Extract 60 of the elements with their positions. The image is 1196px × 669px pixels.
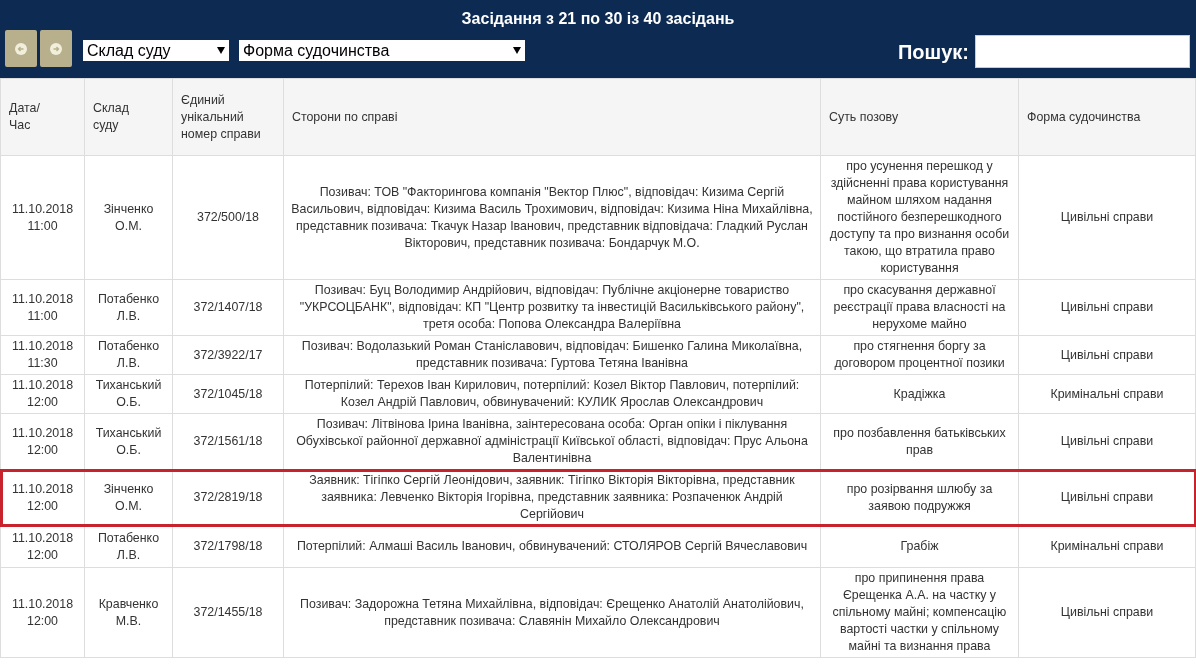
table-cell: 11.10.2018 11:00 [0, 279, 85, 336]
table-cell: Потабенко Л.В. [84, 279, 173, 336]
table-cell: Цивільні справи [1018, 155, 1196, 280]
caret-icon [513, 47, 521, 54]
table-cell: 11.10.2018 12:00 [0, 374, 85, 414]
table-cell: Зінченко О.М. [84, 155, 173, 280]
table-row[interactable] [0, 374, 1196, 414]
table-cell: 372/3922/17 [172, 335, 284, 375]
table-cell: 11.10.2018 12:00 [0, 525, 85, 568]
table-cell: Цивільні справи [1018, 567, 1196, 658]
caret-icon [217, 47, 225, 54]
filter-dropdown[interactable]: Склад суду [83, 40, 229, 61]
table-cell: Цивільні справи [1018, 279, 1196, 336]
table-cell: 11.10.2018 12:00 [0, 413, 85, 470]
table-cell: про скасування державної реєстрації права власності на нерухоме майно [820, 279, 1019, 336]
table-cell: про стягнення боргу за договором процентної позики [820, 335, 1019, 375]
column-header: Форма судочинства [1018, 78, 1196, 156]
table-cell: Потабенко Л.В. [84, 335, 173, 375]
table-cell: Позивач: Водолазький Роман Станіславович, відповідач: Бишенко Галина Миколаївна, представник позивача: Гуртова Тетяна Іванівна [283, 335, 821, 375]
table-cell: Кримінальні справи [1018, 374, 1196, 414]
table-row[interactable] [0, 469, 1196, 526]
table-cell: Позивач: ТОВ "Факторингова компанія "Вектор Плюс", відповідач: Кизима Сергій Васильович, відповідач: Кизима Василь Трохимович, відповідач: Кизима Ніна Михайлівна, представник позивача: Ткачук Назар Іванович, представник відповідача: Гладкий Руслан Вікторович, представник позивача: Бондарчук М.О. [283, 155, 821, 280]
column-header: Сторони по справі [283, 78, 821, 156]
table-cell: Цивільні справи [1018, 335, 1196, 375]
table-cell: 11.10.2018 11:00 [0, 155, 85, 280]
table-cell: Потерпілий: Алмаші Василь Іванович, обвинувачений: СТОЛЯРОВ Сергій Вячеславович [283, 525, 821, 568]
table-cell: Кравченко М.В. [84, 567, 173, 658]
table-cell: Крадіжка [820, 374, 1019, 414]
table-cell: 372/1045/18 [172, 374, 284, 414]
table-cell: Кримінальні справи [1018, 525, 1196, 568]
table-row[interactable] [0, 279, 1196, 336]
table-cell: Потерпілий: Терехов Іван Кирилович, потерпілий: Козел Віктор Павлович, потерпілий: Козел Андрій Павлович, обвинувачений: КУЛИК Ярослав Олександрович [283, 374, 821, 414]
column-header: Єдиний унікальний номер справи [172, 78, 284, 156]
table-cell: 372/1407/18 [172, 279, 284, 336]
table-cell: 372/1455/18 [172, 567, 284, 658]
table-row[interactable] [0, 335, 1196, 375]
table-cell: Тиханський О.Б. [84, 374, 173, 414]
table-cell: 11.10.2018 11:30 [0, 335, 85, 375]
table-row[interactable] [0, 155, 1196, 280]
search-label: Пошук: [897, 39, 969, 65]
table-cell: Грабіж [820, 525, 1019, 568]
table-cell: Позивач: Задорожна Тетяна Михайлівна, відповідач: Єрещенко Анатолій Анатолійович, представник позивача: Славянін Михайло Олександрович [283, 567, 821, 658]
table-row[interactable]: 11.10.2018 12:00 Потабенко Л.В. 372/1798/18 Потерпілий: Алмаші Василь Іванович, обвинувачений: СТОЛЯРОВ Сергій Вячеславович Грабіж Кримінальні справи [0, 525, 1196, 568]
column-header: Склад суду [84, 78, 173, 156]
column-header: Дата/ Час [0, 78, 85, 156]
table-cell: Потабенко Л.В. [84, 525, 173, 568]
table-cell: про усунення перешкод у здійсненні права користування майном шляхом надання постійного безперешкодного доступу та про визнання особи такою, що втратила право користування [820, 155, 1019, 280]
table-cell: 372/1798/18 [172, 525, 284, 568]
table-row[interactable] [0, 413, 1196, 470]
table-cell: 372/500/18 [172, 155, 284, 280]
right-arrow-icon [50, 42, 62, 55]
left-arrow-icon [15, 42, 27, 55]
table-row[interactable] [0, 567, 1196, 658]
search-field[interactable] [975, 35, 1190, 68]
filter-dropdown[interactable]: Форма судочинства [239, 40, 525, 61]
page-title: Засідання з 21 по 30 із 40 засідань [460, 9, 736, 29]
column-header: Суть позову [820, 78, 1019, 156]
table-cell: 11.10.2018 12:00 [0, 567, 85, 658]
table-cell: про припинення права Єрещенка А.А. на частку у спільному майні; компенсацію вартості частки у спільному майні та визнання права [820, 567, 1019, 658]
table-cell: Позивач: Буц Володимир Андрійович, відповідач: Публічне акціонерне товариство "УКРСОЦБАНК", відповідач: КП "Центр розвитку та інвестицій Васильківського району", третя особа: Попова Олександра Валеріївна [283, 279, 821, 336]
